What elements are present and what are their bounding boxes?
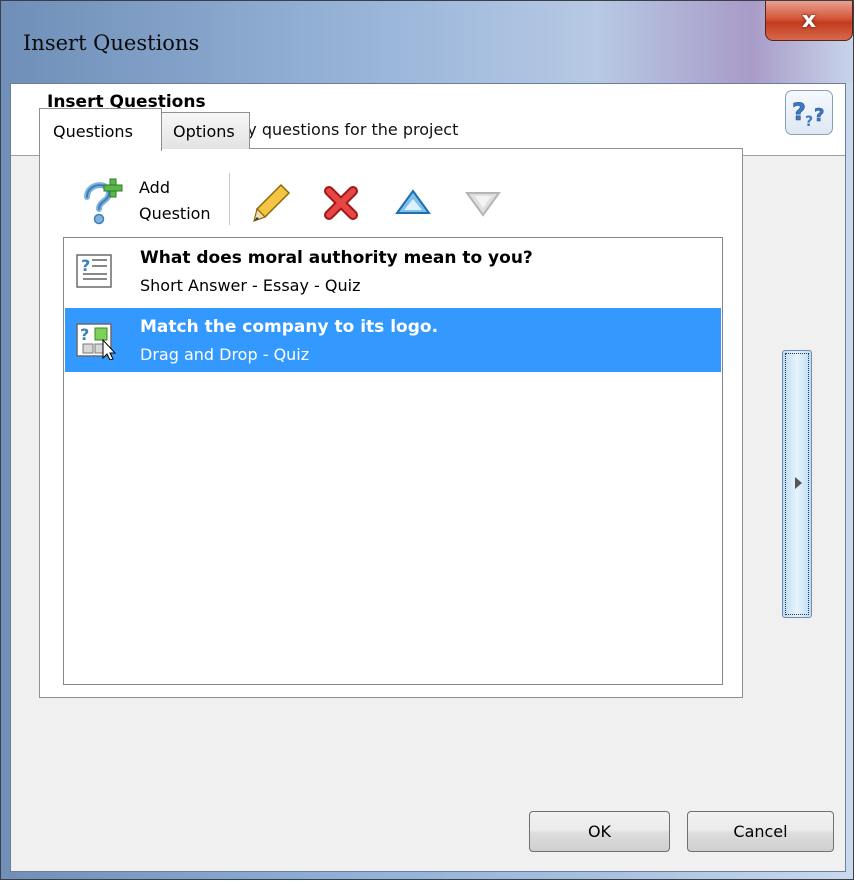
move-down-button[interactable] <box>463 187 503 219</box>
tab-options[interactable]: Options <box>161 112 250 149</box>
svg-text:?: ? <box>80 325 89 344</box>
edit-question-button[interactable] <box>251 181 295 225</box>
short-answer-icon: ? <box>76 254 112 288</box>
insert-questions-window: Insert Questions x Insert Questions Crea… <box>0 0 854 880</box>
move-up-button[interactable] <box>393 187 433 219</box>
window-title: Insert Questions <box>23 31 200 55</box>
chevron-right-icon <box>795 477 802 489</box>
title-bar[interactable]: Insert Questions <box>1 1 853 83</box>
add-question-icon <box>84 178 123 225</box>
list-item[interactable]: ? What does moral authority mean to you?… <box>65 239 721 303</box>
close-button[interactable]: x <box>765 1 853 41</box>
add-label-line1: Add <box>139 178 170 197</box>
ok-button[interactable]: OK <box>529 811 670 852</box>
add-question-label: Add Question <box>139 175 211 227</box>
question-list[interactable]: ? What does moral authority mean to you?… <box>63 237 723 685</box>
move-down-icon <box>465 192 501 217</box>
question-subtitle: Short Answer - Essay - Quiz <box>140 276 361 295</box>
help-button[interactable]: ? ? ? <box>785 90 833 135</box>
list-item[interactable]: ? Match the company to its logo. Drag an… <box>65 308 721 372</box>
svg-text:?: ? <box>814 105 824 126</box>
svg-text:?: ? <box>81 256 90 275</box>
question-title: Match the company to its logo. <box>140 317 439 337</box>
help-question-icon: ? ? ? <box>792 97 825 130</box>
tab-questions[interactable]: Questions <box>39 108 162 151</box>
add-question-button[interactable]: Add Question <box>79 175 229 231</box>
question-title: What does moral authority mean to you? <box>140 248 533 268</box>
delete-question-button[interactable] <box>323 185 359 221</box>
close-icon: x <box>801 8 817 33</box>
svg-text:?: ? <box>792 98 806 126</box>
delete-x-icon <box>324 186 358 220</box>
move-up-icon <box>395 189 431 214</box>
toolbar-separator <box>229 173 230 225</box>
question-subtitle: Drag and Drop - Quiz <box>140 345 310 364</box>
cancel-button[interactable]: Cancel <box>687 811 834 852</box>
drag-drop-icon: ? <box>76 323 117 360</box>
side-panel-expand-handle[interactable] <box>782 350 812 618</box>
add-label-line2: Question <box>139 204 211 223</box>
edit-pencil-icon <box>253 183 291 222</box>
svg-text:?: ? <box>805 114 813 130</box>
